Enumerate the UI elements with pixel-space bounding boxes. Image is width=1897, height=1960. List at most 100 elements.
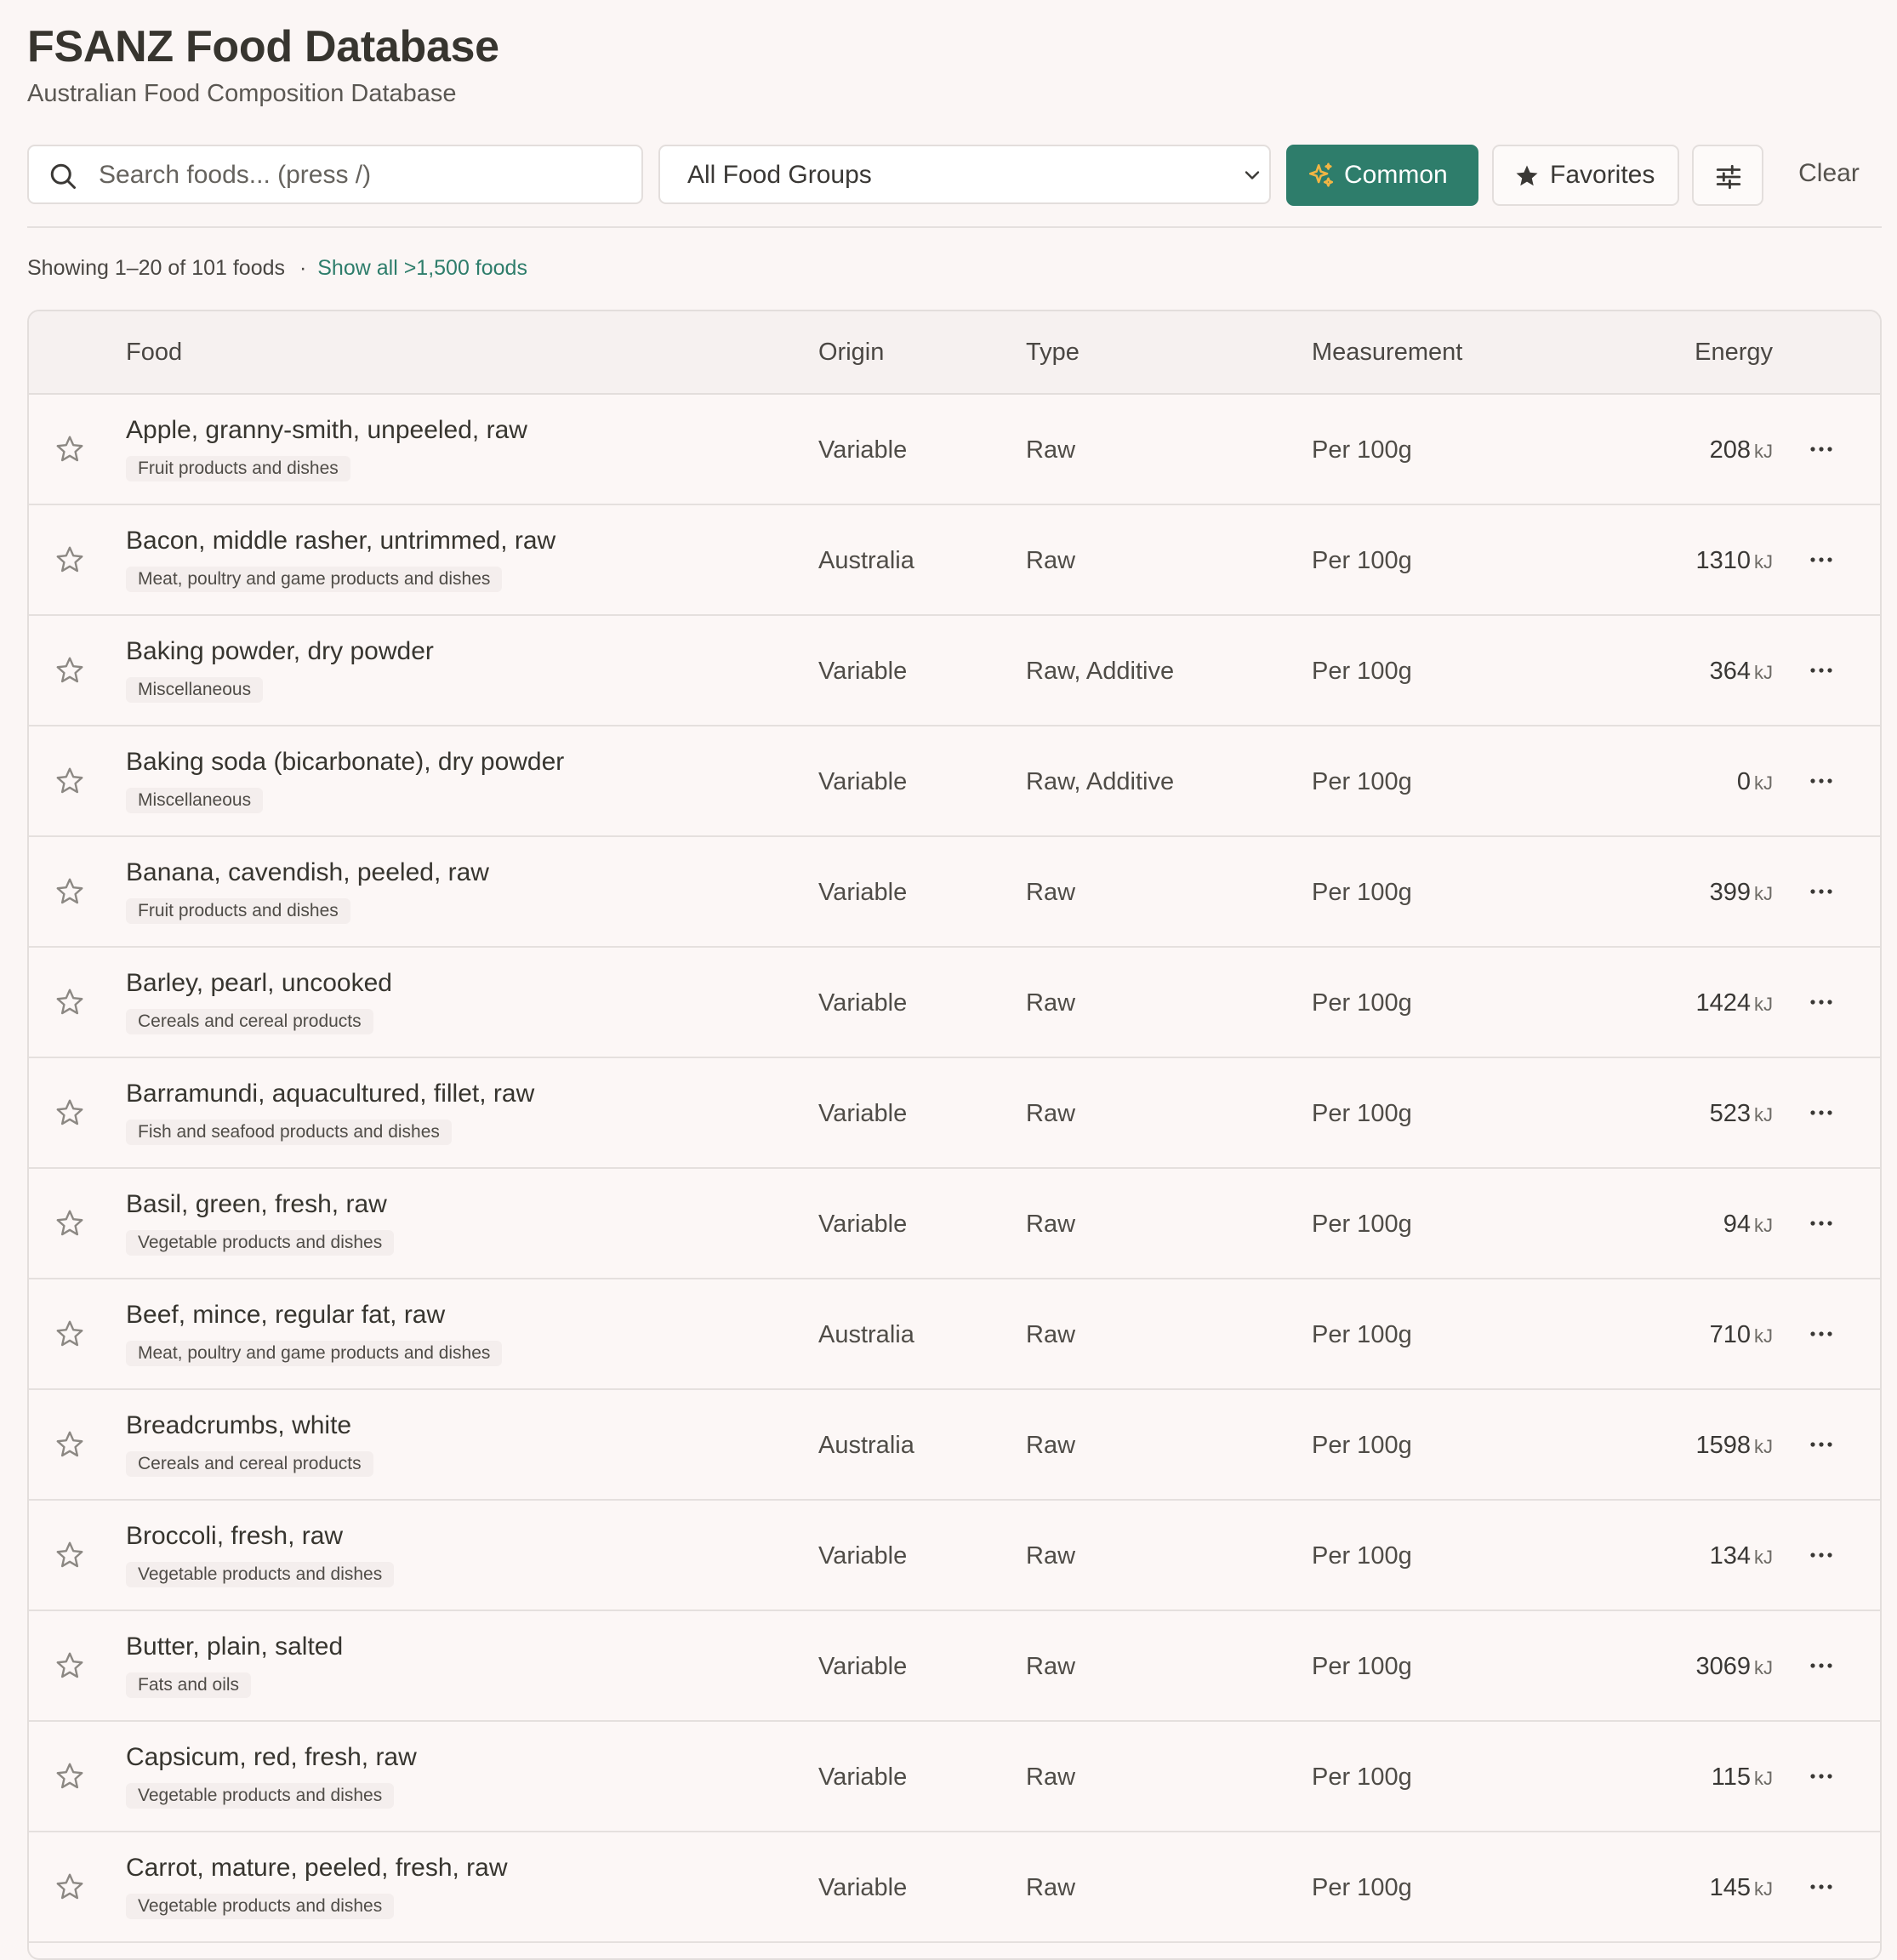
food-name[interactable]: Apple, granny-smith, unpeeled, raw [126, 413, 527, 447]
food-type: Raw [1026, 1211, 1076, 1238]
food-name[interactable]: Butter, plain, salted [126, 1630, 343, 1664]
search-box[interactable] [27, 145, 643, 204]
column-header-energy[interactable]: Energy [1645, 311, 1773, 393]
star-outline-icon[interactable] [54, 544, 85, 575]
sparkles-icon [1308, 162, 1334, 187]
food-group-selected-value: All Food Groups [687, 161, 872, 189]
food-measurement: Per 100g [1312, 658, 1412, 685]
page-subtitle: Australian Food Composition Database [27, 80, 457, 107]
common-button[interactable]: Common [1286, 145, 1478, 206]
food-measurement: Per 100g [1312, 1874, 1412, 1901]
energy-value: 208 [1709, 436, 1751, 464]
column-header-origin[interactable]: Origin [818, 311, 884, 393]
star-outline-icon[interactable] [54, 434, 85, 464]
search-input[interactable] [97, 146, 628, 204]
food-name[interactable]: Carrot, mature, peeled, fresh, raw [126, 1851, 508, 1885]
food-group-tag: Cereals and cereal products [126, 1451, 373, 1477]
more-options-icon[interactable] [1807, 1324, 1836, 1344]
table-row[interactable]: Barramundi, aquacultured, fillet, raw Fi… [29, 1058, 1880, 1169]
food-name[interactable]: Banana, cavendish, peeled, raw [126, 856, 489, 890]
table-row[interactable]: Carrot, mature, peeled, fresh, raw Veget… [29, 1832, 1880, 1943]
star-outline-icon[interactable] [54, 1208, 85, 1239]
clear-button[interactable]: Clear [1776, 145, 1882, 206]
food-type: Raw [1026, 1432, 1076, 1459]
food-energy: 1598 kJ [1560, 1428, 1773, 1467]
show-all-link[interactable]: Show all >1,500 foods [317, 256, 527, 280]
column-header-type[interactable]: Type [1026, 311, 1080, 393]
table-row[interactable]: Capsicum, red, fresh, raw Vegetable prod… [29, 1722, 1880, 1832]
table-row[interactable]: Banana, cavendish, peeled, raw Fruit pro… [29, 837, 1880, 948]
food-group-tag: Meat, poultry and game products and dish… [126, 567, 503, 592]
more-options-icon[interactable] [1807, 992, 1836, 1012]
star-outline-icon[interactable] [54, 1872, 85, 1902]
table-row[interactable]: Bacon, middle rasher, untrimmed, raw Mea… [29, 505, 1880, 616]
table-row[interactable]: Apple, granny-smith, unpeeled, raw Fruit… [29, 395, 1880, 505]
food-name[interactable]: Beef, mince, regular fat, raw [126, 1298, 445, 1332]
foods-table: Food Origin Type Measurement Energy Appl… [27, 310, 1882, 1960]
table-row[interactable]: Broccoli, fresh, raw Vegetable products … [29, 1501, 1880, 1611]
food-type: Raw [1026, 436, 1076, 464]
table-row[interactable]: Basil, green, fresh, raw Vegetable produ… [29, 1169, 1880, 1279]
chevron-down-icon [1245, 171, 1260, 179]
star-outline-icon[interactable] [54, 1650, 85, 1681]
food-measurement: Per 100g [1312, 1653, 1412, 1680]
table-row[interactable]: Breadcrumbs, white Cereals and cereal pr… [29, 1390, 1880, 1501]
food-name[interactable]: Baking powder, dry powder [126, 635, 434, 669]
table-body: Apple, granny-smith, unpeeled, raw Fruit… [29, 395, 1880, 1943]
more-options-icon[interactable] [1807, 1766, 1836, 1786]
more-options-icon[interactable] [1807, 550, 1836, 570]
food-name[interactable]: Bacon, middle rasher, untrimmed, raw [126, 524, 555, 558]
column-header-food[interactable]: Food [126, 311, 182, 393]
toolbar: All Food Groups Common Favorites [27, 145, 1882, 206]
food-name[interactable]: Capsicum, red, fresh, raw [126, 1741, 417, 1775]
table-row[interactable]: Beef, mince, regular fat, raw Meat, poul… [29, 1279, 1880, 1390]
more-options-icon[interactable] [1807, 1213, 1836, 1234]
food-measurement: Per 100g [1312, 1321, 1412, 1348]
energy-value: 399 [1709, 879, 1751, 906]
star-outline-icon[interactable] [54, 1540, 85, 1570]
food-name[interactable]: Baking soda (bicarbonate), dry powder [126, 745, 564, 779]
star-outline-icon[interactable] [54, 655, 85, 686]
energy-value: 0 [1736, 768, 1751, 795]
food-origin: Variable [818, 768, 908, 795]
star-outline-icon[interactable] [54, 1319, 85, 1349]
food-name[interactable]: Broccoli, fresh, raw [126, 1519, 343, 1553]
star-outline-icon[interactable] [54, 987, 85, 1017]
more-options-icon[interactable] [1807, 881, 1836, 902]
search-icon [50, 163, 76, 189]
filter-settings-button[interactable] [1692, 145, 1763, 206]
food-name[interactable]: Barramundi, aquacultured, fillet, raw [126, 1077, 534, 1111]
food-energy: 1310 kJ [1560, 544, 1773, 582]
energy-unit: kJ [1754, 1878, 1773, 1900]
food-type: Raw, Additive [1026, 768, 1175, 795]
table-row[interactable]: Baking powder, dry powder Miscellaneous … [29, 616, 1880, 726]
more-options-icon[interactable] [1807, 1877, 1836, 1897]
energy-unit: kJ [1754, 1215, 1773, 1236]
star-outline-icon[interactable] [54, 1097, 85, 1128]
table-row[interactable]: Baking soda (bicarbonate), dry powder Mi… [29, 726, 1880, 837]
food-group-select[interactable]: All Food Groups [658, 145, 1271, 204]
column-header-measurement[interactable]: Measurement [1312, 311, 1462, 393]
table-row[interactable]: Barley, pearl, uncooked Cereals and cere… [29, 948, 1880, 1058]
food-name[interactable]: Basil, green, fresh, raw [126, 1188, 387, 1222]
star-outline-icon[interactable] [54, 1761, 85, 1792]
energy-unit: kJ [1754, 1436, 1773, 1457]
favorites-button[interactable]: Favorites [1492, 145, 1679, 206]
more-options-icon[interactable] [1807, 1655, 1836, 1676]
food-origin: Variable [818, 1763, 908, 1791]
more-options-icon[interactable] [1807, 439, 1836, 459]
food-name[interactable]: Barley, pearl, uncooked [126, 966, 392, 1000]
more-options-icon[interactable] [1807, 660, 1836, 681]
star-outline-icon[interactable] [54, 1429, 85, 1460]
more-options-icon[interactable] [1807, 1545, 1836, 1565]
more-options-icon[interactable] [1807, 1434, 1836, 1455]
food-origin: Variable [818, 989, 908, 1017]
results-summary: Showing 1–20 of 101 foods · Show all >1,… [27, 254, 527, 282]
more-options-icon[interactable] [1807, 1102, 1836, 1123]
food-name[interactable]: Breadcrumbs, white [126, 1409, 351, 1443]
energy-unit: kJ [1754, 551, 1773, 573]
table-row[interactable]: Butter, plain, salted Fats and oils Vari… [29, 1611, 1880, 1722]
star-outline-icon[interactable] [54, 766, 85, 796]
star-outline-icon[interactable] [54, 876, 85, 907]
more-options-icon[interactable] [1807, 771, 1836, 791]
